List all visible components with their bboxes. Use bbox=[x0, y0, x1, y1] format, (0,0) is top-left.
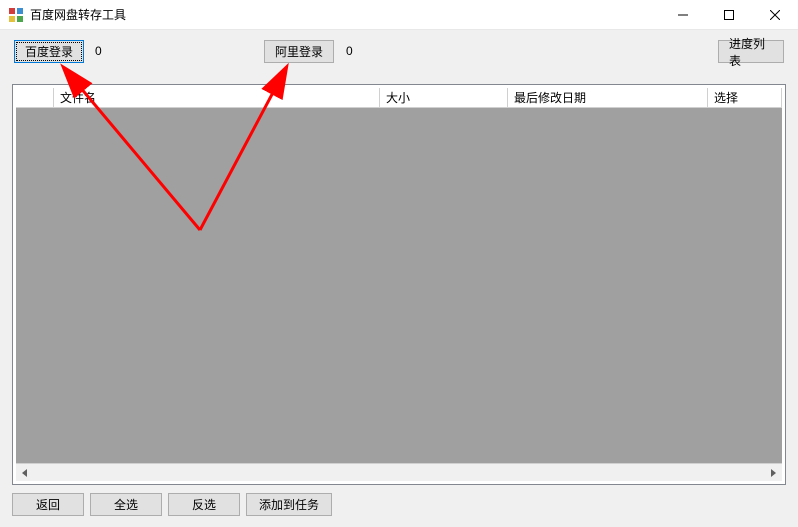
column-header-last-modified[interactable]: 最后修改日期 bbox=[508, 88, 708, 108]
baidu-count-label: 0 bbox=[95, 44, 102, 58]
listview-header-row: 文件名 大小 最后修改日期 选择 bbox=[16, 88, 782, 108]
window-title: 百度网盘转存工具 bbox=[30, 6, 126, 23]
column-header-blank[interactable] bbox=[16, 88, 54, 108]
app-icon bbox=[8, 7, 24, 23]
bottom-toolbar: 返回 全选 反选 添加到任务 bbox=[12, 493, 786, 519]
listview-frame: 文件名 大小 最后修改日期 选择 bbox=[12, 84, 786, 485]
listview[interactable]: 文件名 大小 最后修改日期 选择 bbox=[16, 88, 782, 481]
add-to-task-button[interactable]: 添加到任务 bbox=[246, 493, 332, 516]
column-header-size[interactable]: 大小 bbox=[380, 88, 508, 108]
scrollbar-track[interactable] bbox=[34, 464, 764, 481]
window-titlebar: 百度网盘转存工具 bbox=[0, 0, 798, 30]
horizontal-scrollbar[interactable] bbox=[16, 463, 782, 481]
ali-login-button[interactable]: 阿里登录 bbox=[264, 40, 334, 63]
ali-count-label: 0 bbox=[346, 44, 353, 58]
progress-list-button[interactable]: 进度列表 bbox=[718, 40, 784, 63]
column-header-select[interactable]: 选择 bbox=[708, 88, 782, 108]
window-controls bbox=[660, 0, 798, 30]
back-button[interactable]: 返回 bbox=[12, 493, 84, 516]
scroll-right-icon[interactable] bbox=[764, 464, 782, 481]
baidu-login-button[interactable]: 百度登录 bbox=[14, 40, 84, 63]
maximize-button[interactable] bbox=[706, 0, 752, 30]
column-header-filename[interactable]: 文件名 bbox=[54, 88, 380, 108]
minimize-button[interactable] bbox=[660, 0, 706, 30]
select-all-button[interactable]: 全选 bbox=[90, 493, 162, 516]
invert-selection-button[interactable]: 反选 bbox=[168, 493, 240, 516]
client-area: 百度登录 0 阿里登录 0 进度列表 文件名 大小 最后修改日期 选择 bbox=[0, 30, 798, 527]
top-toolbar: 百度登录 0 阿里登录 0 进度列表 bbox=[0, 40, 798, 66]
listview-body[interactable] bbox=[16, 108, 782, 463]
scroll-left-icon[interactable] bbox=[16, 464, 34, 481]
close-button[interactable] bbox=[752, 0, 798, 30]
